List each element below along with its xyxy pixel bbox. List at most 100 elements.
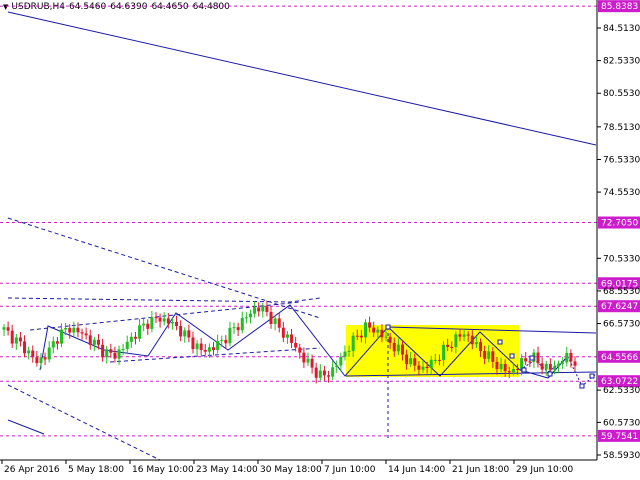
- candle-body[interactable]: [195, 343, 199, 350]
- candle-body[interactable]: [310, 358, 314, 368]
- candle-body[interactable]: [425, 366, 429, 368]
- candle-body[interactable]: [187, 330, 191, 338]
- wave-marker[interactable]: [497, 339, 503, 345]
- candle-body[interactable]: [244, 317, 248, 319]
- candle-body[interactable]: [569, 352, 573, 362]
- candle-body[interactable]: [39, 357, 43, 364]
- candle-body[interactable]: [35, 357, 39, 364]
- candle-body[interactable]: [113, 352, 117, 359]
- candle-body[interactable]: [544, 363, 548, 370]
- candle-body[interactable]: [23, 341, 27, 354]
- candle-body[interactable]: [14, 337, 18, 344]
- candle-body[interactable]: [487, 351, 491, 359]
- candle-body[interactable]: [166, 318, 170, 324]
- candle-body[interactable]: [290, 334, 294, 343]
- candle-body[interactable]: [470, 335, 474, 345]
- candle-body[interactable]: [232, 327, 236, 329]
- candle-body[interactable]: [101, 344, 105, 358]
- candle-body[interactable]: [343, 351, 347, 357]
- candle-body[interactable]: [224, 339, 228, 344]
- candle-body[interactable]: [158, 317, 162, 322]
- candle-body[interactable]: [322, 370, 326, 376]
- candle-body[interactable]: [121, 348, 125, 350]
- lower-dashed-line[interactable]: [7, 384, 161, 461]
- candle-body[interactable]: [396, 344, 400, 352]
- candle-body[interactable]: [552, 366, 556, 370]
- candle-body[interactable]: [413, 358, 417, 366]
- candle-body[interactable]: [351, 335, 355, 351]
- candle-body[interactable]: [515, 369, 519, 371]
- candle-body[interactable]: [207, 347, 211, 352]
- candle-body[interactable]: [314, 367, 318, 378]
- candle-body[interactable]: [240, 317, 244, 331]
- descending-dashed-line[interactable]: [7, 217, 321, 319]
- candle-body[interactable]: [495, 361, 499, 370]
- candle-body[interactable]: [347, 350, 351, 352]
- candle-body[interactable]: [536, 352, 540, 364]
- candle-body[interactable]: [179, 326, 183, 337]
- candle-body[interactable]: [265, 306, 269, 313]
- bottom-left-trendline[interactable]: [7, 419, 45, 435]
- candle-body[interactable]: [573, 361, 577, 366]
- candle-body[interactable]: [285, 334, 289, 338]
- candle-body[interactable]: [368, 322, 372, 328]
- candle-body[interactable]: [261, 306, 265, 312]
- candle-body[interactable]: [327, 375, 331, 377]
- candle-body[interactable]: [133, 336, 137, 339]
- candle-body[interactable]: [331, 367, 335, 377]
- candle-body[interactable]: [318, 370, 322, 378]
- candle-body[interactable]: [80, 332, 84, 334]
- candle-body[interactable]: [84, 333, 88, 336]
- candle-body[interactable]: [437, 359, 441, 361]
- candle-body[interactable]: [68, 328, 72, 333]
- candle-body[interactable]: [528, 361, 532, 363]
- candle-body[interactable]: [421, 366, 425, 370]
- candle-body[interactable]: [199, 343, 203, 350]
- candle-body[interactable]: [384, 336, 388, 338]
- candle-body[interactable]: [306, 358, 310, 363]
- candle-body[interactable]: [60, 329, 64, 344]
- candle-body[interactable]: [442, 344, 446, 361]
- candle-body[interactable]: [216, 340, 220, 351]
- candle-body[interactable]: [372, 327, 376, 333]
- candle-body[interactable]: [150, 317, 154, 329]
- candle-body[interactable]: [248, 313, 252, 318]
- candle-body[interactable]: [335, 365, 339, 368]
- candle-body[interactable]: [417, 365, 421, 370]
- candle-body[interactable]: [2, 327, 6, 330]
- candle-body[interactable]: [433, 359, 437, 361]
- candle-body[interactable]: [454, 334, 458, 348]
- candle-body[interactable]: [253, 307, 257, 314]
- candle-body[interactable]: [18, 337, 22, 342]
- candle-body[interactable]: [109, 349, 113, 353]
- candle-body[interactable]: [43, 357, 47, 360]
- candle-body[interactable]: [6, 327, 10, 331]
- candle-body[interactable]: [479, 342, 483, 351]
- wave-marker[interactable]: [589, 373, 595, 379]
- candle-body[interactable]: [540, 363, 544, 370]
- candle-body[interactable]: [146, 323, 150, 329]
- candle-body[interactable]: [154, 317, 158, 319]
- candle-body[interactable]: [294, 342, 298, 348]
- candle-body[interactable]: [105, 349, 109, 358]
- candle-body[interactable]: [376, 329, 380, 333]
- upper-channel-line[interactable]: [7, 297, 321, 303]
- candle-body[interactable]: [129, 336, 133, 342]
- candle-body[interactable]: [380, 329, 384, 338]
- candle-body[interactable]: [392, 342, 396, 352]
- candle-body[interactable]: [491, 351, 495, 362]
- long-downtrend-line[interactable]: [7, 11, 597, 146]
- candle-body[interactable]: [548, 363, 552, 370]
- candle-body[interactable]: [96, 339, 100, 345]
- candle-body[interactable]: [511, 369, 515, 373]
- candle-body[interactable]: [10, 330, 14, 344]
- candle-body[interactable]: [565, 352, 569, 363]
- candle-body[interactable]: [31, 350, 35, 358]
- candle-body[interactable]: [429, 359, 433, 368]
- candle-body[interactable]: [499, 363, 503, 370]
- candle-body[interactable]: [257, 307, 261, 312]
- candle-body[interactable]: [462, 334, 466, 337]
- candle-body[interactable]: [557, 363, 561, 367]
- candle-body[interactable]: [446, 344, 450, 347]
- candle-body[interactable]: [400, 344, 404, 355]
